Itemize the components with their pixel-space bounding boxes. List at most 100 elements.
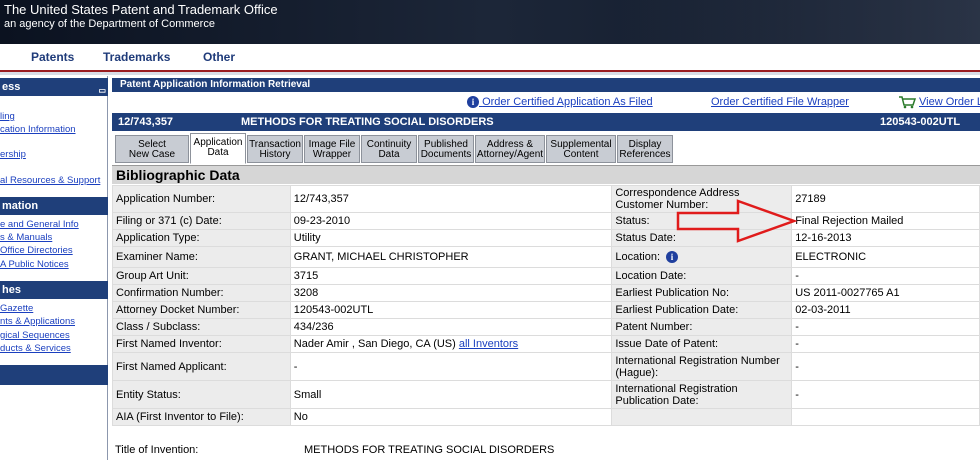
field-label: Application Type: xyxy=(112,229,291,247)
field-label-text: Group Art Unit: xyxy=(116,270,189,282)
field-label-text: Earliest Publication No: xyxy=(615,287,730,299)
application-title: METHODS FOR TREATING SOCIAL DISORDERS xyxy=(241,116,494,128)
sidebar-link[interactable]: nts & Applications xyxy=(0,316,75,327)
title-of-invention-label: Title of Invention: xyxy=(115,444,199,456)
field-label-text: International Registration Publication D… xyxy=(615,382,738,407)
sidebar-section-title: mation xyxy=(2,200,39,212)
tab-transaction-history[interactable]: Transaction History xyxy=(247,135,303,163)
field-value-text: 09-23-2010 xyxy=(293,215,351,227)
field-label: Class / Subclass: xyxy=(112,318,291,336)
sidebar-link[interactable]: cation Information xyxy=(0,124,76,135)
sidebar-section-header: ess ▭ xyxy=(0,78,108,96)
field-value-text: - xyxy=(795,360,799,373)
field-label: Earliest Publication No: xyxy=(611,284,793,302)
sidebar-link[interactable]: ling xyxy=(0,111,15,122)
panel-title: Patent Application Information Retrieval xyxy=(112,78,980,92)
field-value: GRANT, MICHAEL CHRISTOPHER xyxy=(289,246,613,268)
table-row: Filing or 371 (c) Date: 09-23-2010 Status:… xyxy=(112,212,980,230)
nav-trademarks[interactable]: Trademarks xyxy=(103,50,170,64)
tab-label: History xyxy=(259,149,291,160)
tab-label: New Case xyxy=(128,149,176,160)
field-value: - xyxy=(791,380,980,409)
tab-label: Wrapper xyxy=(312,149,352,160)
field-label-text: Filing or 371 (c) Date: xyxy=(116,215,222,227)
field-label-text: Entity Status: xyxy=(116,388,181,401)
banner-subtitle: an agency of the Department of Commerce xyxy=(4,18,215,30)
tab-application-data[interactable]: Application Data xyxy=(190,133,246,164)
field-value-text: 27189 xyxy=(795,193,826,205)
order-file-wrapper-link[interactable]: Order Certified File Wrapper xyxy=(711,96,849,108)
field-value: ELECTRONIC xyxy=(791,246,980,268)
bibliographic-data-table: Application Number: 12/743,357 Corresponde… xyxy=(112,185,980,426)
section-title: Bibliographic Data xyxy=(112,165,980,184)
nav-other[interactable]: Other xyxy=(203,50,235,64)
field-label: Group Art Unit: xyxy=(112,267,291,285)
minimize-icon[interactable]: ▭ xyxy=(98,82,106,100)
field-value-text: 12-16-2013 xyxy=(795,232,852,244)
field-value-text: 12/743,357 xyxy=(293,193,349,205)
sidebar-link[interactable]: s & Manuals xyxy=(0,232,52,243)
field-value-text: 120543-002UTL xyxy=(293,304,374,316)
tab-supplemental-content[interactable]: Supplemental Content xyxy=(546,135,616,163)
field-label: Filing or 371 (c) Date: xyxy=(112,212,291,230)
field-label xyxy=(611,408,793,426)
field-label-text: Application Number: xyxy=(116,193,216,205)
sidebar-section-header: hes xyxy=(0,281,108,299)
field-label: Attorney Docket Number: xyxy=(112,301,291,319)
tab-address-attorney[interactable]: Address & Attorney/Agent xyxy=(475,135,545,163)
tab-image-file-wrapper[interactable]: Image File Wrapper xyxy=(304,135,360,163)
field-label: Entity Status: xyxy=(112,380,291,409)
field-value-text: 434/236 xyxy=(293,321,334,333)
field-value: 3715 xyxy=(289,267,613,285)
field-label: International Registration Number (Hague… xyxy=(611,352,793,381)
field-label-text: First Named Inventor: xyxy=(116,338,222,350)
field-value: Utility xyxy=(289,229,613,247)
tab-published-documents[interactable]: Published Documents xyxy=(418,135,474,163)
tab-label: References xyxy=(619,149,671,160)
tab-continuity-data[interactable]: Continuity Data xyxy=(361,135,417,163)
field-value: 12-16-2013 xyxy=(791,229,980,247)
field-label-text: Status Date: xyxy=(615,232,676,244)
field-label-text: First Named Applicant: xyxy=(116,360,227,373)
sidebar-link[interactable]: ership xyxy=(0,149,26,160)
sidebar-link[interactable]: gical Sequences xyxy=(0,330,70,341)
application-header-bar: 12/743,357 METHODS FOR TREATING SOCIAL D… xyxy=(112,113,980,131)
sidebar-section-header xyxy=(0,365,108,385)
nav-divider xyxy=(0,72,980,75)
field-label: Earliest Publication Date: xyxy=(611,301,793,319)
field-value: US 2011-0027765 A1 xyxy=(791,284,980,302)
sidebar-link[interactable]: ducts & Services xyxy=(0,343,71,354)
field-value-text: GRANT, MICHAEL CHRISTOPHER xyxy=(293,251,469,263)
view-order-link[interactable]: View Order L xyxy=(919,96,980,108)
field-label-text: Location: xyxy=(615,251,661,263)
nav-patents[interactable]: Patents xyxy=(31,50,74,64)
field-value-text: 3715 xyxy=(293,270,319,282)
field-value: - xyxy=(791,352,980,381)
table-row: AIA (First Inventor to File): No xyxy=(112,408,980,426)
field-value: 120543-002UTL xyxy=(289,301,613,319)
sidebar-link[interactable]: Office Directories xyxy=(0,245,73,256)
tab-label: Attorney/Agent xyxy=(476,149,544,160)
sidebar-link[interactable]: e and General Info xyxy=(0,219,79,230)
info-icon[interactable]: i xyxy=(666,251,679,263)
table-row: Attorney Docket Number: 120543-002UTL Earl… xyxy=(112,301,980,319)
all-inventors-link[interactable]: all Inventors xyxy=(459,338,518,350)
field-label-text: Confirmation Number: xyxy=(116,287,224,299)
order-certified-application-label[interactable]: Order Certified Application As Filed xyxy=(482,96,653,108)
sidebar: ess ▭ ling cation Information ership al … xyxy=(0,76,108,460)
field-label: First Named Inventor: xyxy=(112,335,291,353)
tab-label: Data xyxy=(207,147,229,158)
field-label: Location: i xyxy=(611,246,793,268)
sidebar-link[interactable]: Gazette xyxy=(0,303,33,314)
order-certified-application-link[interactable]: i Order Certified Application As Filed xyxy=(467,96,653,108)
sidebar-section-title: ess xyxy=(2,81,21,93)
sidebar-link[interactable]: al Resources & Support xyxy=(0,175,100,186)
field-value: - xyxy=(791,318,980,336)
table-row: Application Number: 12/743,357 Corresponde… xyxy=(112,185,980,213)
tab-display-references[interactable]: Display References xyxy=(617,135,673,163)
field-value: 27189 xyxy=(791,185,980,213)
tab-select-new-case[interactable]: Select New Case xyxy=(115,135,189,163)
field-value-text: - xyxy=(795,321,799,333)
cart-icon[interactable] xyxy=(898,95,916,109)
sidebar-link[interactable]: A Public Notices xyxy=(0,259,69,270)
